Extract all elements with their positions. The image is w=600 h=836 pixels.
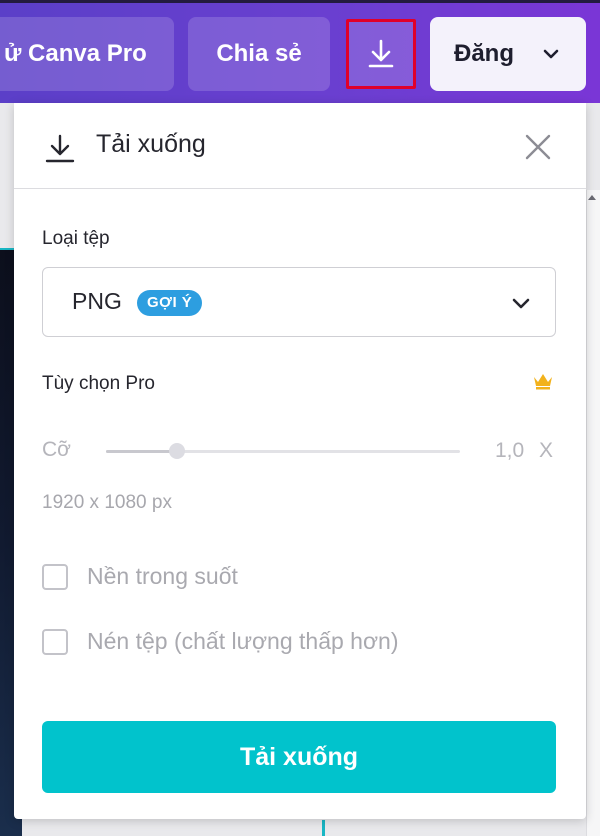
image-dimensions: 1920 x 1080 px — [42, 492, 172, 513]
chevron-down-icon — [543, 49, 559, 59]
file-type-value: PNG — [72, 288, 122, 314]
compress-file-checkbox[interactable] — [42, 629, 68, 655]
canvas-bottom-edge — [322, 820, 325, 836]
file-type-select[interactable]: PNG GỢI Ý — [42, 267, 556, 337]
size-slider-thumb[interactable] — [168, 443, 185, 459]
share-label: Chia sẻ — [216, 40, 302, 67]
close-icon[interactable] — [522, 131, 554, 163]
size-slider-track[interactable] — [106, 450, 460, 453]
download-icon — [45, 134, 75, 163]
size-slider-fill — [106, 450, 177, 453]
file-type-label: Loại tệp — [42, 228, 110, 249]
publish-button[interactable]: Đăng — [430, 17, 586, 91]
pro-options-label: Tùy chọn Pro — [42, 373, 155, 394]
try-canva-pro-label: ử Canva Pro — [4, 40, 147, 67]
size-unit: X — [539, 439, 554, 462]
crown-icon — [534, 374, 552, 390]
panel-title: Tải xuống — [96, 130, 206, 158]
panel-header: Tải xuống — [14, 103, 586, 189]
scrollbar[interactable] — [586, 190, 600, 836]
publish-label: Đăng — [454, 40, 514, 67]
download-icon — [368, 39, 394, 68]
download-button-label: Tải xuống — [239, 742, 359, 771]
transparent-background-label: Nền trong suốt — [87, 563, 238, 589]
size-label: Cỡ — [42, 438, 71, 461]
transparent-background-checkbox[interactable] — [42, 564, 68, 590]
compress-file-label: Nén tệp (chất lượng thấp hơn) — [87, 628, 399, 654]
download-toolbar-button[interactable] — [346, 19, 416, 89]
download-panel: Tải xuống Loại tệp PNG GỢI Ý Tùy chọn Pr… — [14, 103, 586, 819]
share-button[interactable]: Chia sẻ — [188, 17, 330, 91]
top-toolbar: ử Canva Pro Chia sẻ Đăng — [0, 0, 600, 103]
size-value: 1,0 — [495, 439, 525, 462]
chevron-down-icon — [512, 298, 530, 309]
download-button[interactable]: Tải xuống — [42, 721, 556, 793]
recommended-badge: GỢI Ý — [137, 290, 203, 316]
scroll-up-arrow-icon[interactable] — [588, 195, 596, 200]
try-canva-pro-button[interactable]: ử Canva Pro — [0, 17, 174, 91]
